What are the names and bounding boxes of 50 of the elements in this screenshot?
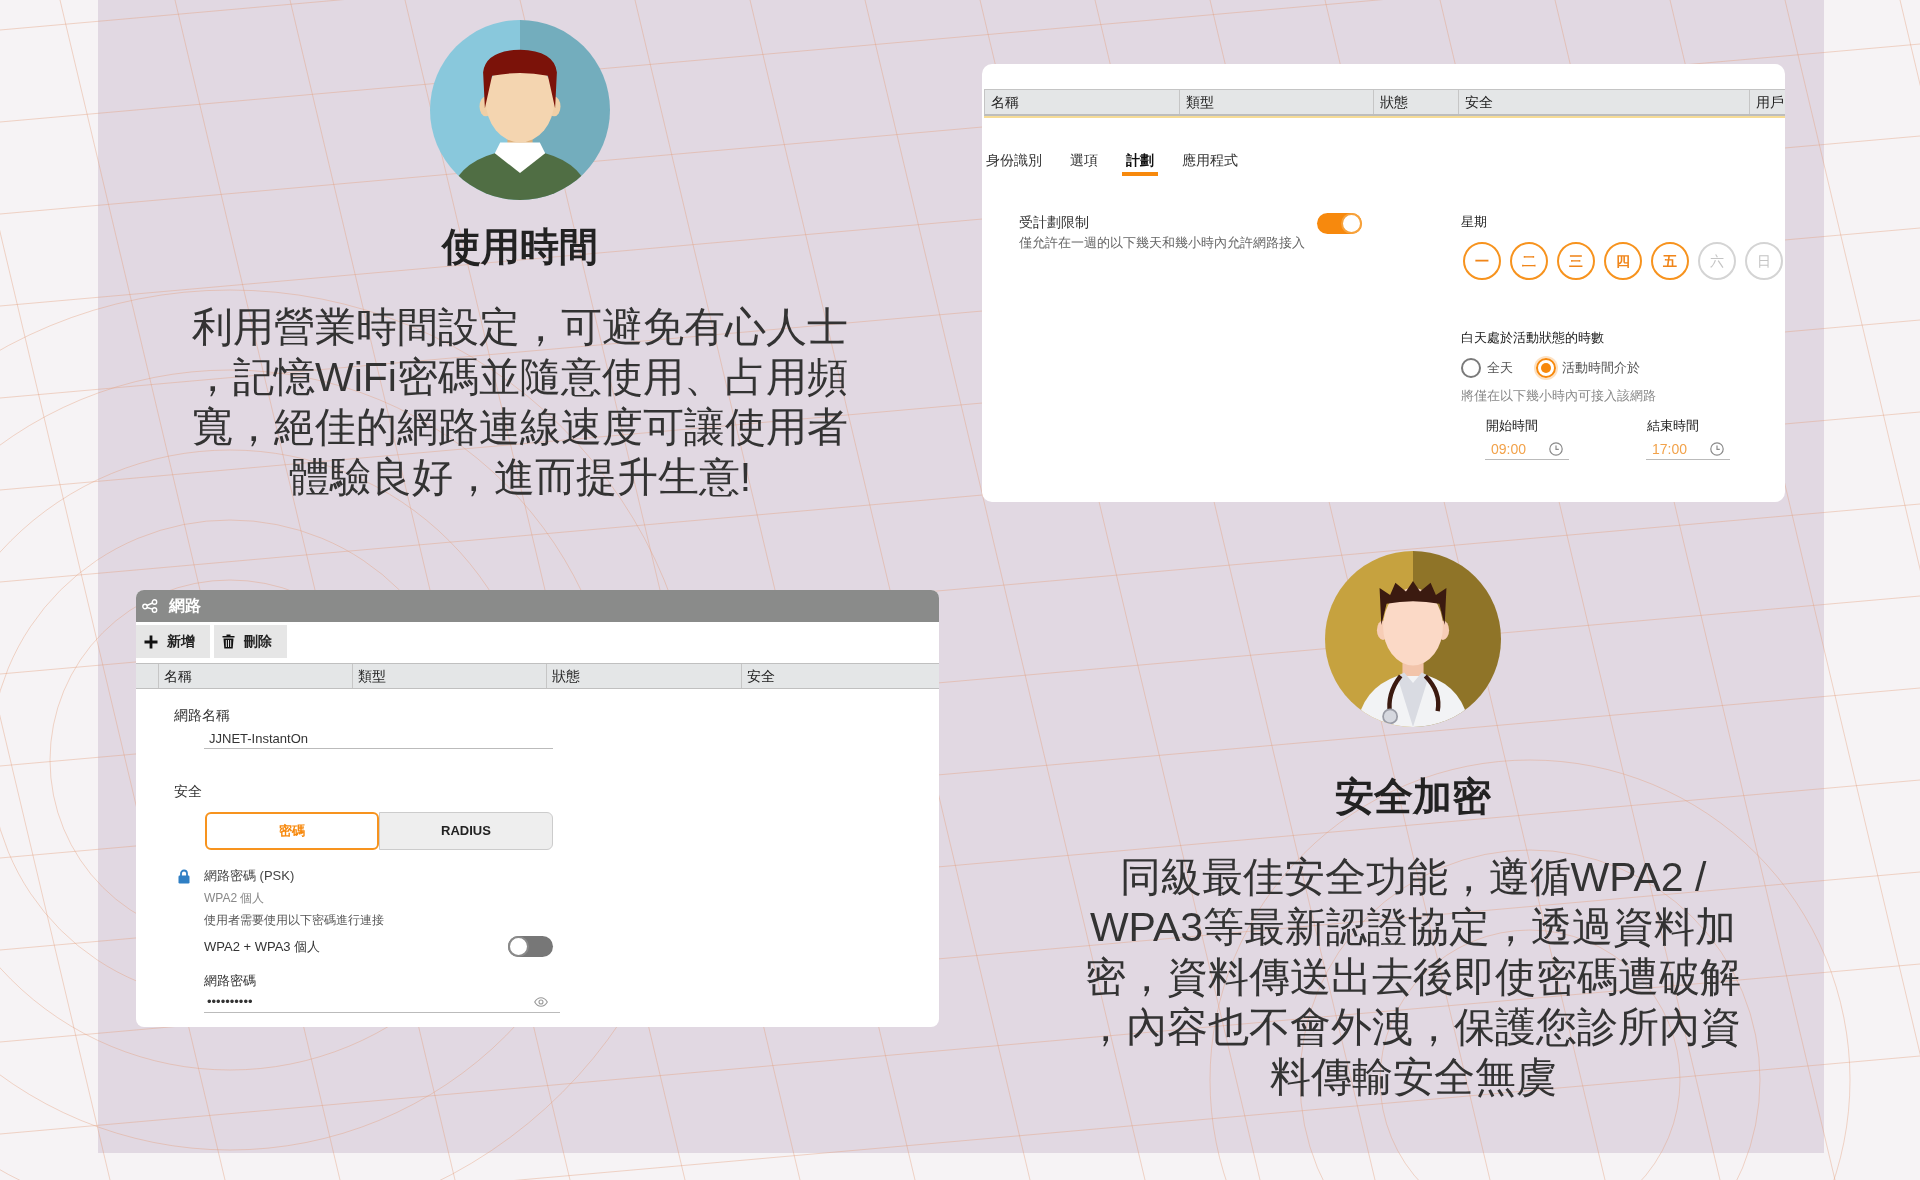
column-header: 名稱 (159, 664, 353, 688)
section-description: 同級最佳安全功能，遵循WPA2 / WPA3等最新認證協定，透過資料加密，資料傳送出去後即使密碼遭破解，內容也不會外洩，保護您診所內資料傳輸安全無虞 (1084, 853, 1742, 1102)
field-label: 結束時間 (1646, 417, 1700, 435)
toggle-switch[interactable] (508, 936, 553, 957)
radio-label[interactable]: 全天 (1487, 359, 1513, 377)
share-icon (142, 599, 158, 613)
field-label: 網路密碼 (204, 972, 257, 990)
section-description: 利用營業時間設定，可避免有心人士，記憶WiFi密碼並隨意使用、占用頻寬，絕佳的網路連線速度可讓使用者體驗良好，進而提升生意! (191, 303, 849, 502)
column-header: 類型 (1180, 90, 1374, 114)
column-header: 用戶 (1755, 93, 1785, 112)
column-header: 名稱 (985, 90, 1180, 114)
section-title: 安全加密 (1335, 775, 1491, 819)
radio-label[interactable]: 活動時間介於 (1562, 359, 1640, 377)
clock-icon (1549, 442, 1563, 456)
field-label: 星期 (1461, 213, 1488, 231)
toggle-switch[interactable] (1317, 213, 1362, 234)
tab[interactable]: 應用程式 (1178, 150, 1242, 176)
column-header: 類型 (353, 664, 547, 688)
setting-label: 受計劃限制 (1019, 213, 1090, 231)
column-header: 安全 (746, 667, 776, 686)
column-header: 狀態 (547, 664, 742, 688)
password-field[interactable]: •••••••••• (204, 992, 560, 1013)
tab[interactable]: 身份識別 (982, 150, 1046, 176)
segmented-option[interactable]: RADIUS (379, 812, 553, 850)
column-header: 安全 (1459, 90, 1750, 114)
field-label: 白天處於活動狀態的時數 (1461, 329, 1605, 347)
toolbar-button[interactable]: 新增 (136, 625, 210, 658)
section-title: 使用時間 (442, 225, 598, 269)
column-header: 狀態 (1374, 90, 1459, 114)
setting-description: 將僅在以下幾小時內可接入該網路 (1461, 387, 1657, 405)
lock-icon (178, 868, 190, 884)
tab[interactable]: 選項 (1066, 150, 1102, 176)
field-label: 開始時間 (1485, 417, 1539, 435)
tab[interactable]: 計劃 (1122, 150, 1158, 176)
toolbar-button[interactable]: 刪除 (214, 625, 287, 658)
field-label: 網路名稱 (174, 706, 231, 724)
eye-icon[interactable] (534, 997, 548, 1007)
radio-button[interactable] (1536, 358, 1556, 378)
setting-description: 僅允許在一週的以下幾天和幾小時內允許網路接入 (1019, 234, 1306, 252)
network-name-field[interactable]: JJNET-InstantOn (204, 730, 553, 749)
panel-title: 網路 (169, 596, 201, 616)
setting-description: WPA2 個人 (204, 890, 266, 907)
clock-icon (1710, 442, 1724, 456)
setting-description: 使用者需要使用以下密碼進行連接 (204, 912, 385, 929)
setting-label: WPA2 + WPA3 個人 (204, 937, 321, 956)
setting-label: 網路密碼 (PSK) (204, 867, 295, 885)
field-label: 安全 (174, 782, 203, 800)
plus-icon (144, 634, 158, 649)
trash-icon (222, 634, 235, 649)
radio-button[interactable] (1461, 358, 1481, 378)
